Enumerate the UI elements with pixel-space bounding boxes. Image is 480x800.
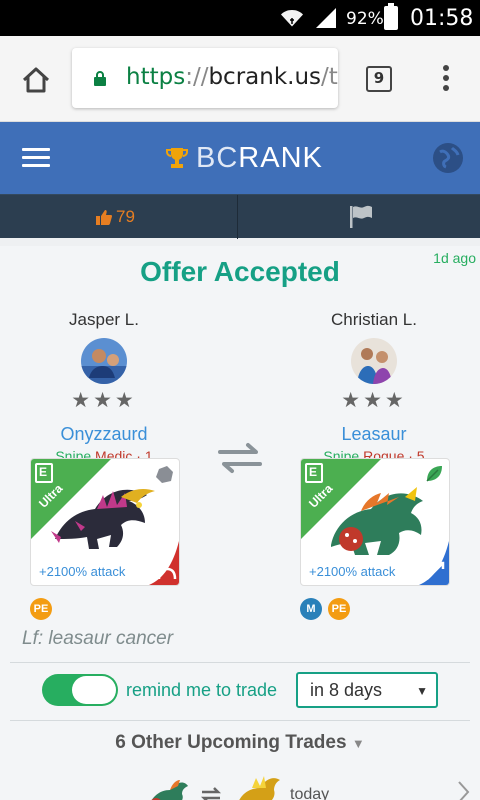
address-bar[interactable]: https://bcrank.us/t <box>72 48 338 108</box>
m-badge: M <box>300 598 322 620</box>
upcoming-heading: 6 Other Upcoming Trades <box>115 732 347 753</box>
app-header: BC RANK <box>0 122 480 194</box>
reminder-row: remind me to trade in 8 days ▼ <box>0 668 480 716</box>
url-scheme: https <box>126 64 186 90</box>
remind-toggle[interactable] <box>42 674 118 706</box>
hamburger-menu-icon[interactable] <box>22 148 50 168</box>
like-count: 79 <box>116 207 135 226</box>
trophy-icon <box>166 148 188 168</box>
chevron-right-icon[interactable] <box>456 780 470 800</box>
wifi-icon <box>281 10 303 27</box>
trader-name[interactable]: Christian L. <box>274 310 474 332</box>
status-bar: 92% 01:58 <box>0 0 480 36</box>
url-text: https://bcrank.us/t <box>126 64 338 90</box>
trader-rating-stars: ★★★ <box>341 389 407 412</box>
caret-down-icon: ▼ <box>351 736 365 751</box>
left-trader: Jasper L. ★★★ Onyzzaurd Snipe Medic · 1 <box>4 310 204 468</box>
remind-label[interactable]: remind me to trade <box>126 680 277 701</box>
globe-icon[interactable] <box>432 142 464 174</box>
battery-percent: 92% <box>346 9 384 29</box>
attack-bonus: +2100% attack <box>39 564 126 579</box>
pe-badge: PE <box>30 598 52 620</box>
right-badges: M PE <box>300 598 350 620</box>
attack-bonus: +2100% attack <box>309 564 396 579</box>
url-host: bcrank.us <box>208 64 322 90</box>
signal-icon <box>316 8 336 28</box>
leaf-element-icon <box>426 466 442 482</box>
overflow-menu-icon[interactable] <box>436 62 456 96</box>
report-button[interactable] <box>237 195 473 239</box>
remind-delay-select[interactable]: in 8 days ▼ <box>296 672 438 708</box>
rock-element-icon <box>156 466 173 483</box>
clock: 01:58 <box>410 6 474 31</box>
swap-arrows-icon <box>218 443 262 473</box>
flag-icon <box>350 205 372 228</box>
dino-card[interactable]: Ultra +2100% attack <box>300 458 450 586</box>
left-badges: PE <box>30 598 52 620</box>
tab-switcher-button[interactable]: 9 <box>366 66 392 92</box>
dino-thumbnail <box>239 776 280 800</box>
dino-thumbnail <box>151 780 188 800</box>
trade-when: today <box>290 786 330 800</box>
trader-name[interactable]: Jasper L. <box>4 310 204 332</box>
browser-toolbar: https://bcrank.us/t 9 <box>0 36 480 122</box>
brand-rank: RANK <box>238 141 323 174</box>
battery-icon <box>384 3 398 30</box>
looking-for-note: Lf: leasaur cancer <box>22 628 174 649</box>
divider <box>10 720 470 721</box>
avatar[interactable] <box>81 338 127 384</box>
action-bar: 79 <box>0 194 480 239</box>
pe-badge: PE <box>328 598 350 620</box>
remind-delay-value: in 8 days <box>310 680 383 700</box>
upcoming-trade-row[interactable]: today <box>0 770 480 800</box>
lock-icon <box>94 71 106 86</box>
upcoming-trades-toggle[interactable]: 6 Other Upcoming Trades ▼ <box>0 732 480 754</box>
brand-logo[interactable]: BC RANK <box>166 140 323 176</box>
level-book-icon <box>35 463 53 483</box>
divider <box>10 662 470 663</box>
trade-status-title: Offer Accepted <box>140 256 340 287</box>
url-separator: :// <box>185 64 209 90</box>
dino-card[interactable]: Ultra +2100% attack <box>30 458 180 586</box>
like-button[interactable]: 79 <box>0 195 236 239</box>
level-book-icon <box>305 463 323 483</box>
brand-bc: BC <box>196 141 239 174</box>
dropdown-arrow-icon: ▼ <box>416 684 428 698</box>
swap-arrows-icon <box>200 787 222 800</box>
url-path: /t <box>321 64 338 90</box>
dino-name-link[interactable]: Leasaur <box>274 424 474 448</box>
dino-name-link[interactable]: Onyzzaurd <box>4 424 204 448</box>
rogue-class-icon <box>419 541 449 585</box>
home-icon[interactable] <box>16 60 56 100</box>
avatar[interactable] <box>351 338 397 384</box>
thumbs-up-icon <box>96 210 112 225</box>
medic-class-icon <box>149 541 179 585</box>
trader-rating-stars: ★★★ <box>71 389 137 412</box>
right-trader: Christian L. ★★★ Leasaur Snipe Rogue · 5 <box>274 310 474 468</box>
